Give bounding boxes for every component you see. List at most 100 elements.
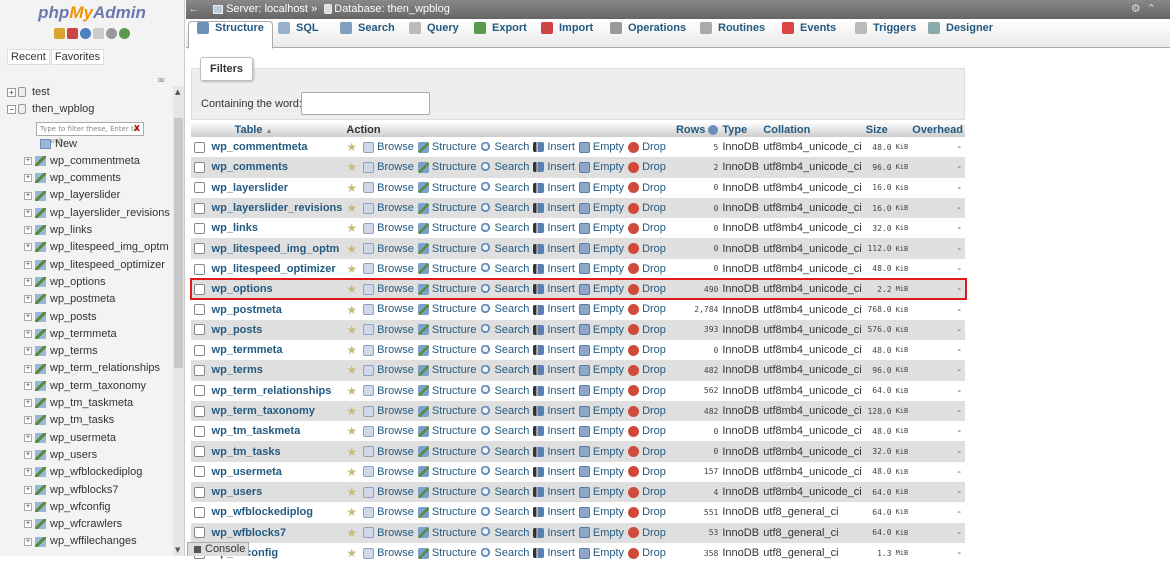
favorite-star-icon[interactable]: ★ [346, 363, 357, 377]
empty-link[interactable]: Empty [578, 161, 624, 173]
row-checkbox[interactable] [193, 466, 205, 478]
size-value[interactable]: 112.0 [863, 238, 894, 259]
empty-link[interactable]: Empty [578, 283, 624, 295]
table-name-link[interactable]: wp_layerslider_revisions [207, 197, 345, 219]
size-value[interactable]: 128.0 [863, 400, 894, 422]
empty-link[interactable]: Empty [578, 547, 624, 559]
table-name-link[interactable]: wp_options [207, 279, 345, 300]
browse-link[interactable]: Browse [363, 222, 414, 234]
settings-icon[interactable] [106, 28, 117, 39]
tree-table-item[interactable]: + wp_wfblocks7 [0, 484, 172, 501]
empty-link[interactable]: Empty [578, 344, 624, 356]
insert-link[interactable]: Insert [533, 446, 575, 458]
help-icon[interactable] [708, 124, 719, 135]
size-value[interactable]: 48.0 [863, 339, 894, 361]
tab-export[interactable]: Export [466, 22, 535, 48]
search-link[interactable]: Search [480, 527, 529, 539]
insert-link[interactable]: Insert [533, 547, 575, 559]
favorite-star-icon[interactable]: ★ [346, 445, 357, 459]
favorite-star-icon[interactable]: ★ [346, 242, 357, 256]
tab-structure[interactable]: Structure [188, 21, 273, 49]
tree-table-item[interactable]: + wp_usermeta [0, 432, 172, 449]
filter-word-input[interactable] [301, 92, 430, 115]
table-name-link[interactable]: wp_users [207, 482, 345, 503]
table-name-link[interactable]: wp_comments [207, 157, 345, 178]
structure-link[interactable]: Structure [417, 425, 477, 437]
size-value[interactable]: 16.0 [863, 177, 894, 198]
size-value[interactable]: 64.0 [863, 522, 894, 543]
expand-icon[interactable]: + [24, 243, 32, 252]
table-name-link[interactable]: wp_commentmeta [207, 137, 345, 158]
row-checkbox[interactable] [193, 507, 205, 519]
insert-link[interactable]: Insert [533, 161, 575, 173]
tree-table-item[interactable]: + wp_termmeta [0, 328, 172, 345]
row-checkbox[interactable] [193, 425, 205, 437]
favorite-star-icon[interactable]: ★ [346, 485, 357, 499]
collapse-nav-icon[interactable]: ← [186, 0, 202, 19]
table-name-link[interactable]: wp_links [207, 218, 345, 239]
empty-link[interactable]: Empty [578, 303, 624, 315]
empty-link[interactable]: Empty [578, 324, 624, 336]
reload-icon[interactable] [119, 28, 130, 39]
favorite-star-icon[interactable]: ★ [346, 465, 357, 479]
empty-link[interactable]: Empty [578, 506, 624, 518]
search-link[interactable]: Search [480, 344, 529, 356]
favorite-star-icon[interactable]: ★ [346, 384, 357, 398]
empty-link[interactable]: Empty [578, 425, 624, 437]
table-name-link[interactable]: wp_wfblockediplog [207, 502, 345, 523]
favorite-star-icon[interactable]: ★ [346, 282, 357, 296]
row-checkbox[interactable] [193, 202, 205, 214]
tree-new-table[interactable]: New [0, 138, 172, 155]
browse-link[interactable]: Browse [363, 202, 414, 214]
row-checkbox[interactable] [193, 141, 205, 153]
favorite-star-icon[interactable]: ★ [346, 221, 357, 235]
size-value[interactable]: 64.0 [863, 380, 894, 401]
favorite-star-icon[interactable]: ★ [346, 546, 357, 560]
structure-link[interactable]: Structure [417, 486, 477, 498]
expand-icon[interactable]: + [7, 87, 16, 97]
tab-operations[interactable]: Operations [602, 22, 694, 48]
favorite-star-icon[interactable]: ★ [346, 505, 357, 519]
row-checkbox[interactable] [193, 365, 205, 376]
browse-link[interactable]: Browse [363, 344, 414, 356]
size-value[interactable]: 64.0 [863, 482, 894, 503]
favorite-star-icon[interactable]: ★ [346, 424, 357, 438]
insert-link[interactable]: Insert [533, 222, 575, 234]
table-name-link[interactable]: wp_tm_taskmeta [207, 421, 345, 442]
clear-filter-button[interactable]: X [134, 123, 140, 135]
expand-icon[interactable]: + [24, 520, 32, 529]
expand-icon[interactable]: + [24, 278, 32, 287]
expand-icon[interactable]: + [24, 451, 32, 460]
expand-icon[interactable]: + [24, 347, 32, 356]
row-checkbox[interactable] [193, 446, 205, 458]
favorite-star-icon[interactable]: ★ [346, 262, 357, 276]
row-checkbox[interactable] [193, 222, 205, 234]
structure-link[interactable]: Structure [417, 364, 477, 376]
structure-link[interactable]: Structure [417, 303, 477, 315]
empty-link[interactable]: Empty [578, 222, 624, 234]
expand-icon[interactable]: + [24, 295, 32, 304]
expand-icon[interactable]: + [24, 502, 32, 511]
empty-link[interactable]: Empty [578, 385, 624, 397]
size-value[interactable]: 48.0 [863, 137, 894, 158]
tree-table-item[interactable]: + wp_users [0, 449, 172, 466]
favorite-star-icon[interactable]: ★ [346, 140, 357, 154]
link-with-main-panel-icon[interactable]: ∞ [157, 75, 165, 86]
insert-link[interactable]: Insert [533, 486, 575, 498]
browse-link[interactable]: Browse [363, 446, 414, 458]
row-checkbox[interactable] [193, 283, 205, 295]
search-link[interactable]: Search [480, 405, 529, 417]
favorite-star-icon[interactable]: ★ [346, 404, 357, 418]
expand-icon[interactable]: + [24, 156, 32, 165]
table-name-link[interactable]: wp_layerslider [207, 177, 345, 198]
favorite-star-icon[interactable]: ★ [346, 181, 357, 195]
browse-link[interactable]: Browse [363, 527, 414, 539]
size-value[interactable]: 64.0 [863, 502, 894, 523]
size-value[interactable]: 1.3 [863, 542, 894, 563]
expand-icon[interactable]: + [24, 364, 32, 373]
tree-table-item[interactable]: + wp_term_relationships [0, 362, 172, 379]
tab-triggers[interactable]: Triggers [847, 22, 924, 48]
home-icon[interactable] [54, 28, 65, 39]
browse-link[interactable]: Browse [363, 364, 414, 376]
structure-link[interactable]: Structure [417, 466, 477, 478]
